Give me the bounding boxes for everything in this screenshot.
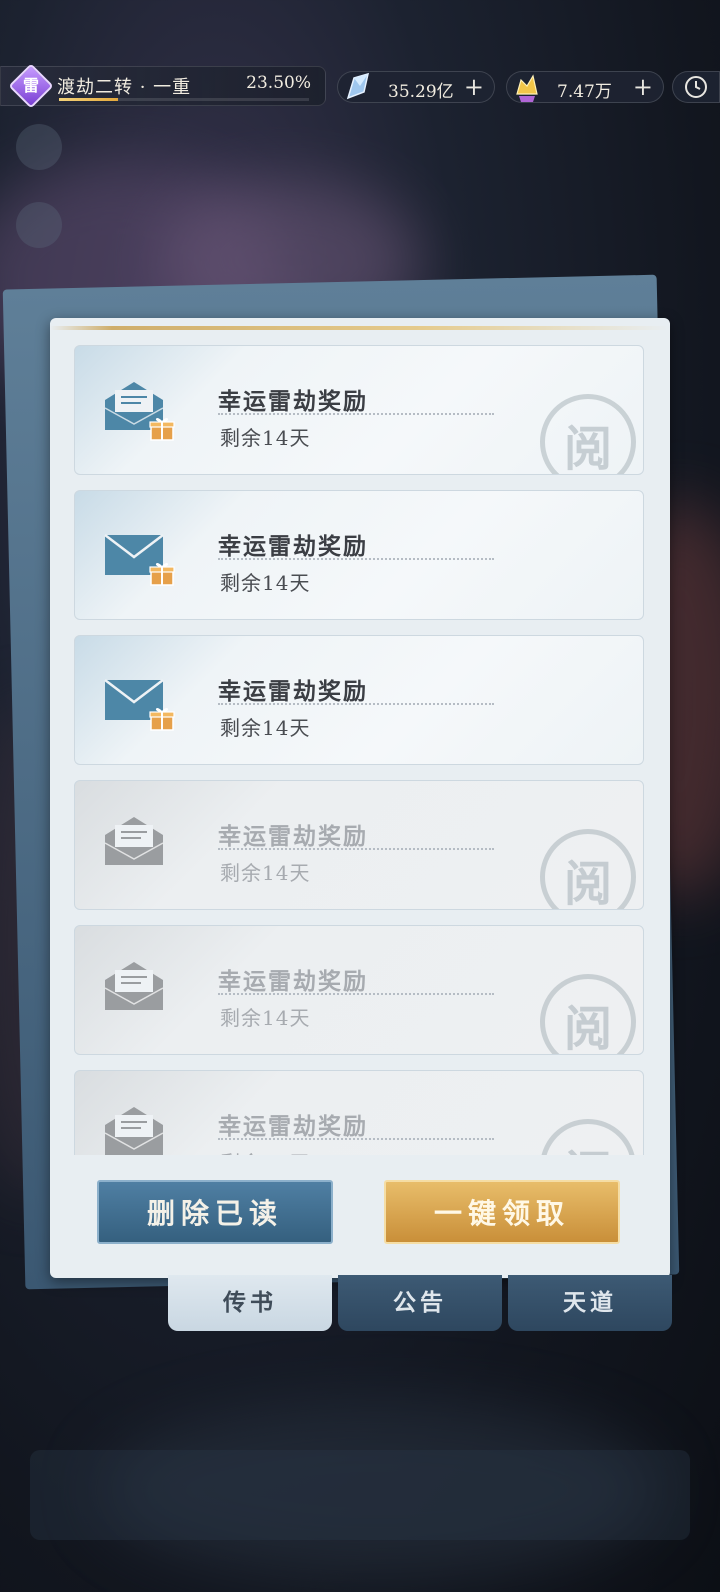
read-stamp-icon: 阅 — [540, 394, 636, 474]
realm-progress-bar — [59, 98, 309, 101]
add-gold-ingot-button[interactable]: + — [633, 72, 653, 102]
opened-envelope-icon — [104, 817, 164, 865]
spirit-stone-value: 35.29亿 — [388, 82, 454, 102]
mail-divider — [218, 993, 494, 995]
mail-item[interactable]: 幸运雷劫奖励 剩余14天 — [74, 490, 644, 620]
mail-title: 幸运雷劫奖励 — [218, 678, 368, 705]
gold-ingot-counter: 7.47万 + — [506, 71, 664, 103]
mail-divider — [218, 558, 494, 560]
delete-read-button[interactable]: 删除已读 — [97, 1180, 333, 1244]
read-stamp-icon: 阅 — [540, 829, 636, 909]
realm-name: 渡劫二转 · 一重 — [57, 77, 192, 98]
clock-icon — [685, 76, 707, 98]
mail-title: 幸运雷劫奖励 — [218, 533, 368, 560]
spirit-stone-counter: 35.29亿 + — [337, 71, 495, 103]
tab-letters[interactable]: 传书 — [168, 1275, 332, 1331]
mail-expiry: 剩余14天 — [220, 1147, 310, 1155]
tab-heavenly-dao[interactable]: 天道 — [508, 1275, 672, 1331]
mail-divider — [218, 848, 494, 850]
mail-title: 幸运雷劫奖励 — [218, 968, 368, 995]
claim-all-button[interactable]: 一键领取 — [384, 1180, 620, 1244]
gift-icon — [149, 706, 175, 732]
spirit-stone-icon — [346, 72, 370, 100]
realm-badge-label: 雷 — [22, 76, 39, 95]
gold-ingot-icon — [516, 74, 538, 102]
realm-progress-text: 23.50% — [246, 73, 311, 93]
read-stamp-icon: 阅 — [540, 974, 636, 1054]
mail-title: 幸运雷劫奖励 — [218, 823, 368, 850]
opened-envelope-icon — [104, 962, 164, 1010]
mail-divider — [218, 413, 494, 415]
opened-envelope-icon — [104, 1107, 164, 1155]
mail-title: 幸运雷劫奖励 — [218, 388, 368, 415]
mail-expiry: 剩余14天 — [220, 426, 311, 450]
mail-list[interactable]: 幸运雷劫奖励 剩余14天阅幸运雷劫奖励 剩余14天 幸运雷劫奖励 剩余14天 幸运雷劫奖励… — [74, 345, 646, 1155]
mail-item[interactable]: 幸运雷劫奖励剩余14天 阅 — [74, 1070, 644, 1155]
top-status-bar: 雷 渡劫二转 · 一重 23.50% 35.29亿 + 7.47万 + — [0, 63, 720, 109]
mail-item[interactable]: 幸运雷劫奖励剩余14天 阅 — [74, 925, 644, 1055]
cultivation-realm-panel[interactable]: 雷 渡劫二转 · 一重 23.50% — [0, 63, 326, 109]
clock-button[interactable] — [672, 71, 720, 103]
bg-round-button — [16, 202, 62, 248]
add-spirit-stone-button[interactable]: + — [464, 72, 484, 102]
read-stamp-icon: 阅 — [540, 1119, 636, 1155]
bg-bottom-nav — [30, 1450, 690, 1540]
mail-title: 幸运雷劫奖励 — [218, 1113, 368, 1140]
tab-announcements[interactable]: 公告 — [338, 1275, 502, 1331]
mail-item[interactable]: 幸运雷劫奖励剩余14天 阅 — [74, 780, 644, 910]
mail-expiry: 剩余14天 — [220, 861, 311, 885]
panel-gold-trim — [50, 326, 670, 330]
mail-item[interactable]: 幸运雷劫奖励剩余14天 阅 — [74, 345, 644, 475]
mail-expiry: 剩余14天 — [220, 716, 311, 740]
mail-divider — [218, 703, 494, 705]
bg-round-button — [16, 124, 62, 170]
realm-progress-fill — [59, 98, 118, 101]
gold-ingot-value: 7.47万 — [557, 82, 612, 102]
mail-divider — [218, 1138, 494, 1140]
mail-expiry: 剩余14天 — [220, 571, 311, 595]
mail-item[interactable]: 幸运雷劫奖励 剩余14天 — [74, 635, 644, 765]
gift-icon — [149, 416, 175, 442]
mail-expiry: 剩余14天 — [220, 1006, 311, 1030]
gift-icon — [149, 561, 175, 587]
